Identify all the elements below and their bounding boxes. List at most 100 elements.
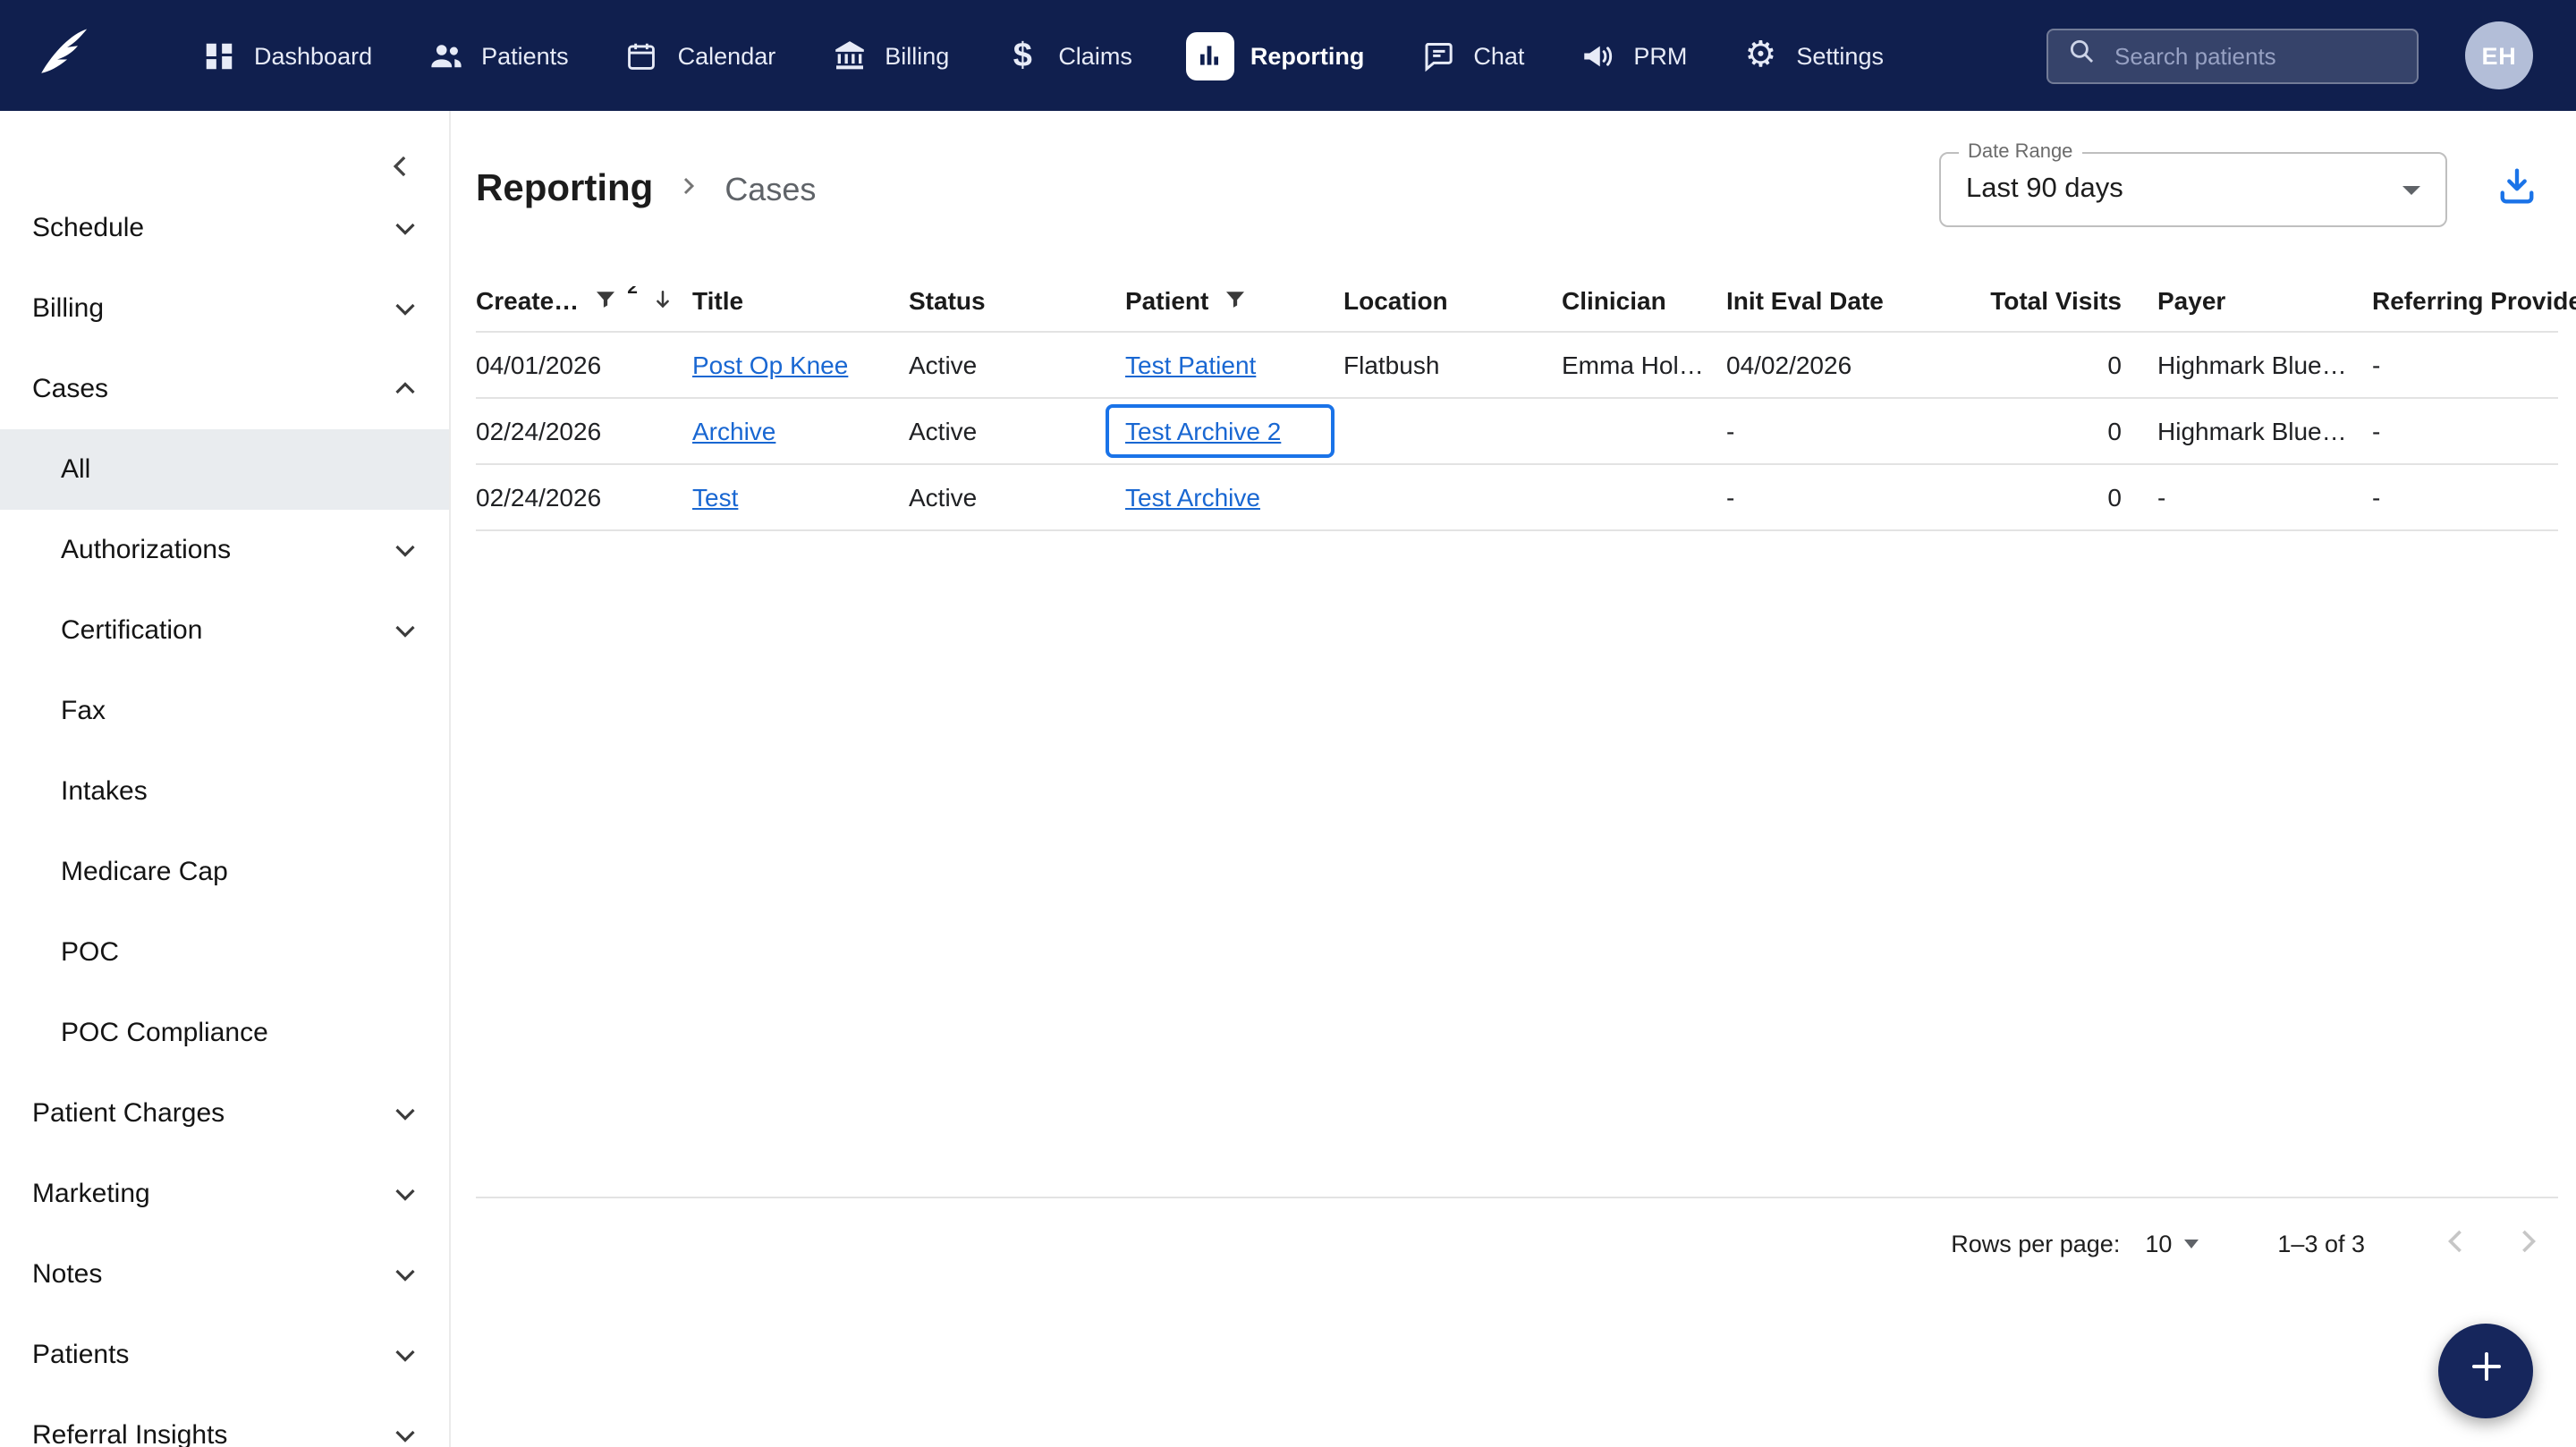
sidebar-item-poc[interactable]: POC bbox=[0, 912, 449, 993]
sidebar-item-label: Patients bbox=[32, 1340, 130, 1370]
sidebar-item-schedule[interactable]: Schedule bbox=[0, 188, 449, 268]
nav-label: Claims bbox=[1058, 42, 1132, 69]
table-header-row: Create… 2 Title Status Patient Location … bbox=[476, 268, 2576, 333]
chevron-down-icon bbox=[385, 1335, 424, 1375]
case-title-link[interactable]: Test bbox=[692, 483, 738, 512]
column-header-created[interactable]: Create… 2 bbox=[476, 285, 692, 314]
billing-icon bbox=[829, 36, 869, 75]
date-range-select[interactable]: Date Range Last 90 days bbox=[1939, 141, 2447, 227]
sidebar-item-all[interactable]: All bbox=[0, 429, 449, 510]
nav-item-billing[interactable]: Billing bbox=[802, 0, 976, 111]
nav-item-chat[interactable]: Chat bbox=[1391, 0, 1551, 111]
sidebar-item-notes[interactable]: Notes bbox=[0, 1234, 449, 1315]
sidebar-item-billing[interactable]: Billing bbox=[0, 268, 449, 349]
search-input[interactable] bbox=[2111, 40, 2399, 71]
bottom-space bbox=[476, 1290, 2558, 1447]
focused-cell-outline: Test Archive 2 bbox=[1106, 404, 1335, 458]
nav-item-settings[interactable]: ⚙ Settings bbox=[1714, 0, 1911, 111]
rows-per-page-select[interactable]: 10 bbox=[2145, 1231, 2199, 1257]
sidebar-item-label: Patient Charges bbox=[32, 1098, 225, 1129]
filter-icon[interactable] bbox=[1221, 286, 1248, 313]
previous-page-button[interactable] bbox=[2433, 1221, 2479, 1267]
column-header-clinician[interactable]: Clinician bbox=[1562, 285, 1726, 314]
nav-item-prm[interactable]: PRM bbox=[1551, 0, 1714, 111]
column-header-location[interactable]: Location bbox=[1343, 285, 1562, 314]
add-button[interactable] bbox=[2438, 1324, 2533, 1418]
dropdown-arrow-icon bbox=[2184, 1240, 2199, 1248]
megaphone-icon bbox=[1578, 36, 1617, 75]
sidebar-item-label: Fax bbox=[61, 696, 106, 726]
sidebar-item-authorizations[interactable]: Authorizations bbox=[0, 510, 449, 590]
cell-referring-provider: - bbox=[2372, 483, 2381, 512]
avatar[interactable]: EH bbox=[2465, 21, 2533, 89]
sidebar-item-poc-compliance[interactable]: POC Compliance bbox=[0, 993, 449, 1073]
sidebar-collapse-button[interactable] bbox=[377, 143, 424, 190]
sidebar-item-certification[interactable]: Certification bbox=[0, 590, 449, 671]
sidebar-item-patient-charges[interactable]: Patient Charges bbox=[0, 1073, 449, 1154]
patient-link[interactable]: Test Archive bbox=[1125, 483, 1260, 512]
sidebar-item-label: Cases bbox=[32, 374, 109, 404]
sidebar-item-label: Intakes bbox=[61, 776, 148, 807]
chevron-down-icon bbox=[385, 208, 424, 248]
nav-item-patients[interactable]: Patients bbox=[399, 0, 596, 111]
chevron-down-icon bbox=[385, 1174, 424, 1214]
sort-desc-icon[interactable] bbox=[650, 286, 677, 313]
column-header-status[interactable]: Status bbox=[909, 285, 1125, 314]
column-header-total-visits[interactable]: Total Visits bbox=[1941, 285, 2157, 314]
pagination-range: 1–3 of 3 bbox=[2277, 1231, 2365, 1257]
column-header-payer[interactable]: Payer bbox=[2157, 285, 2372, 314]
next-page-button[interactable] bbox=[2504, 1221, 2551, 1267]
top-navigation: Dashboard Patients Calendar Billing $ Cl… bbox=[0, 0, 2576, 111]
cell-created: 04/01/2026 bbox=[476, 351, 602, 379]
nav-label: Billing bbox=[885, 42, 950, 69]
sidebar-item-marketing[interactable]: Marketing bbox=[0, 1154, 449, 1234]
chevron-down-icon bbox=[385, 611, 424, 650]
search-icon bbox=[2066, 36, 2097, 75]
chevron-down-icon bbox=[385, 289, 424, 328]
column-header-title[interactable]: Title bbox=[692, 285, 909, 314]
patient-search[interactable] bbox=[2046, 28, 2419, 83]
nav-item-dashboard[interactable]: Dashboard bbox=[172, 0, 399, 111]
app-logo[interactable] bbox=[25, 18, 100, 93]
sidebar-item-cases[interactable]: Cases bbox=[0, 349, 449, 429]
breadcrumb: Reporting Cases bbox=[476, 168, 816, 211]
cell-status: Active bbox=[909, 483, 978, 512]
nav-label: PRM bbox=[1633, 42, 1688, 69]
sidebar-item-patients[interactable]: Patients bbox=[0, 1315, 449, 1395]
nav-label: Patients bbox=[481, 42, 569, 69]
header-actions: Date Range Last 90 days bbox=[1939, 141, 2558, 227]
main-content: Reporting Cases Date Range Last 90 days bbox=[451, 111, 2576, 1447]
sidebar-item-label: POC Compliance bbox=[61, 1018, 268, 1048]
cell-status: Active bbox=[909, 351, 978, 379]
nav-item-reporting[interactable]: Reporting bbox=[1159, 0, 1392, 111]
nav-label: Chat bbox=[1473, 42, 1525, 69]
sidebar-item-referral-insights[interactable]: Referral Insights bbox=[0, 1395, 449, 1447]
case-title-link[interactable]: Archive bbox=[692, 417, 775, 445]
sidebar-item-fax[interactable]: Fax bbox=[0, 671, 449, 751]
nav-label: Dashboard bbox=[254, 42, 373, 69]
case-title-link[interactable]: Post Op Knee bbox=[692, 351, 848, 379]
export-download-button[interactable] bbox=[2490, 163, 2544, 216]
sidebar-list: Schedule Billing Cases All Authorization… bbox=[0, 188, 449, 1447]
filter-icon[interactable] bbox=[591, 286, 618, 313]
nav-item-calendar[interactable]: Calendar bbox=[596, 0, 803, 111]
plus-icon bbox=[2464, 1345, 2507, 1397]
nav-item-claims[interactable]: $ Claims bbox=[976, 0, 1159, 111]
cases-table: Create… 2 Title Status Patient Location … bbox=[476, 268, 2576, 531]
column-header-patient[interactable]: Patient bbox=[1125, 285, 1343, 314]
cell-created: 02/24/2026 bbox=[476, 417, 602, 445]
column-header-referring-provider[interactable]: Referring Provider bbox=[2372, 285, 2576, 314]
patient-link[interactable]: Test Patient bbox=[1125, 351, 1256, 379]
cell-location: Flatbush bbox=[1343, 351, 1440, 379]
breadcrumb-section: Cases bbox=[724, 171, 817, 207]
column-header-init-eval-date[interactable]: Init Eval Date bbox=[1726, 285, 1941, 314]
table-row: 04/01/2026 Post Op Knee Active Test Pati… bbox=[476, 333, 2558, 399]
cell-init-eval-date: - bbox=[1726, 483, 1735, 512]
cell-title: Post Op Knee bbox=[692, 351, 909, 379]
patient-link[interactable]: Test Archive 2 bbox=[1125, 417, 1281, 445]
pagination-bar: Rows per page: 10 1–3 of 3 bbox=[476, 1197, 2558, 1290]
sidebar-item-medicare-cap[interactable]: Medicare Cap bbox=[0, 832, 449, 912]
sidebar-item-intakes[interactable]: Intakes bbox=[0, 751, 449, 832]
page-title: Reporting bbox=[476, 168, 654, 209]
primary-nav: Dashboard Patients Calendar Billing $ Cl… bbox=[172, 0, 1911, 111]
